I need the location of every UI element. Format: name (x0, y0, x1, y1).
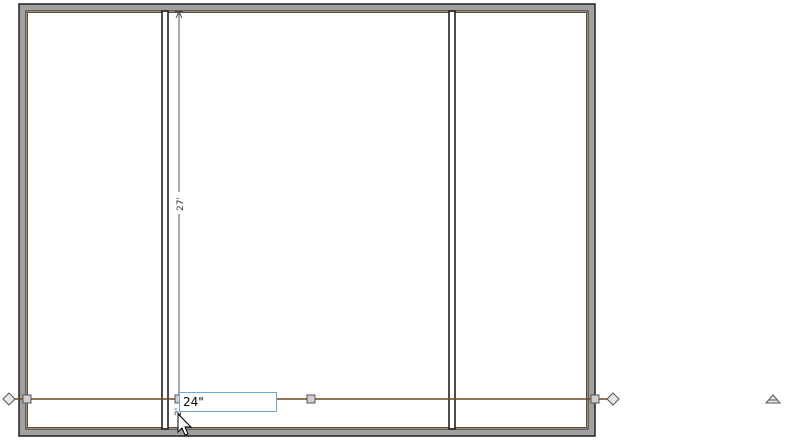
interior-wall-right[interactable] (448, 10, 456, 430)
triangle-handle-icon[interactable] (764, 394, 782, 404)
square-handle-right[interactable] (590, 394, 600, 404)
interior-wall-left[interactable] (161, 10, 169, 430)
exterior-wall[interactable] (18, 3, 596, 437)
diamond-handle-right-icon[interactable] (606, 392, 620, 406)
diamond-handle-icon[interactable] (2, 392, 16, 406)
vertical-dimension-label: 27' (176, 197, 186, 211)
square-handle-left[interactable] (22, 394, 32, 404)
floor-plan-canvas[interactable]: 27' 2' (0, 0, 790, 441)
dimension-edit-value: 24" (183, 395, 204, 409)
dimension-edit-input[interactable]: 24" (179, 392, 277, 412)
square-handle-center[interactable] (306, 394, 316, 404)
